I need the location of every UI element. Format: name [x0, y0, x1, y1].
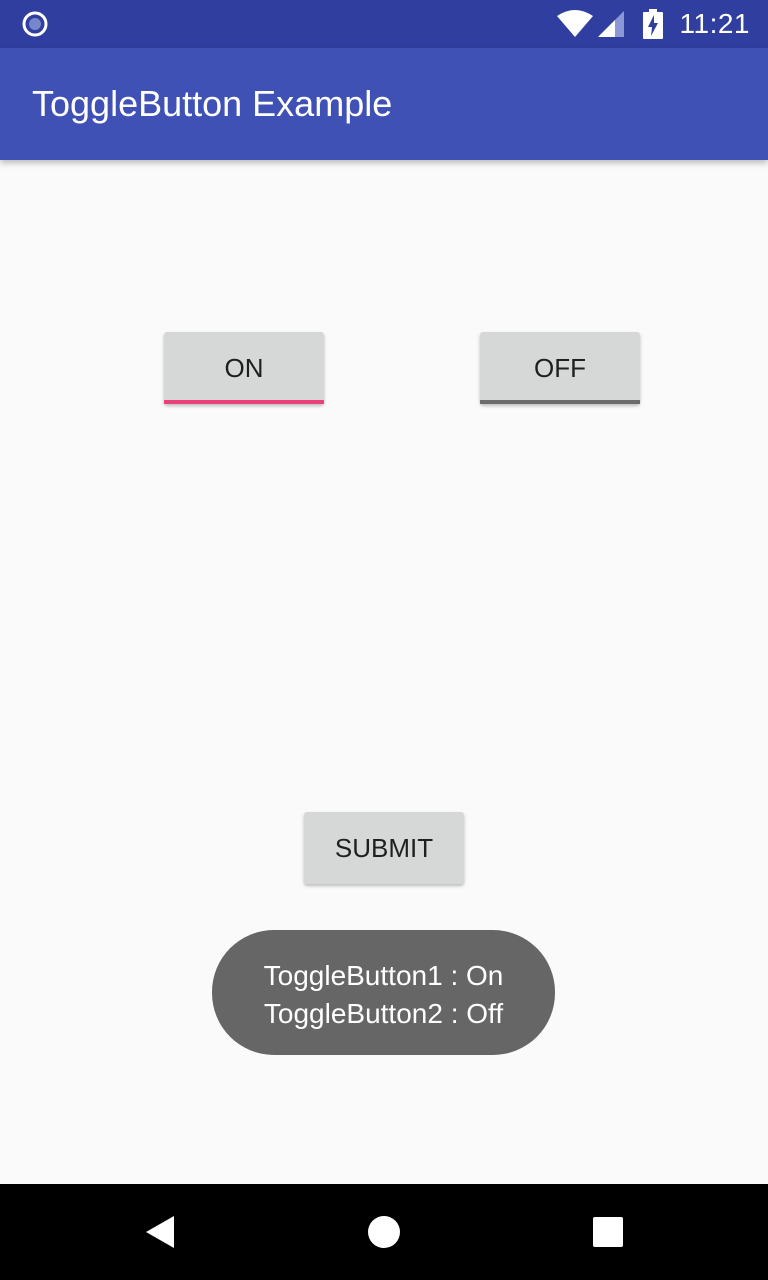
recents-button[interactable]	[560, 1184, 656, 1280]
toggle-button-1-label: ON	[224, 353, 264, 383]
home-button[interactable]	[336, 1184, 432, 1280]
status-bar: 11:21	[0, 0, 768, 48]
back-button[interactable]	[112, 1184, 208, 1280]
toggle-button-1-indicator	[164, 400, 324, 404]
toggle-button-2-label: OFF	[534, 353, 586, 383]
toast-message: ToggleButton1 : On ToggleButton2 : Off	[212, 930, 555, 1055]
toast-line-1: ToggleButton1 : On	[263, 960, 504, 991]
notification-circle-icon	[22, 11, 48, 37]
submit-button[interactable]: SUBMIT	[304, 812, 464, 884]
toggle-button-2[interactable]: OFF	[480, 332, 640, 404]
navigation-bar	[0, 1184, 768, 1280]
home-icon	[368, 1216, 400, 1248]
back-icon	[146, 1216, 174, 1248]
toggle-button-1[interactable]: ON	[164, 332, 324, 404]
status-icons: 11:21	[556, 0, 751, 48]
recents-icon	[593, 1217, 623, 1247]
toast-line-2: ToggleButton2 : Off	[263, 998, 504, 1029]
status-time: 11:21	[679, 8, 750, 39]
toggle-button-2-indicator	[480, 400, 640, 404]
signal-icon	[597, 11, 624, 37]
battery-charging-icon	[642, 9, 663, 39]
wifi-icon	[556, 10, 593, 37]
app-title: ToggleButton Example	[32, 83, 393, 124]
app-bar: ToggleButton Example	[0, 48, 768, 160]
